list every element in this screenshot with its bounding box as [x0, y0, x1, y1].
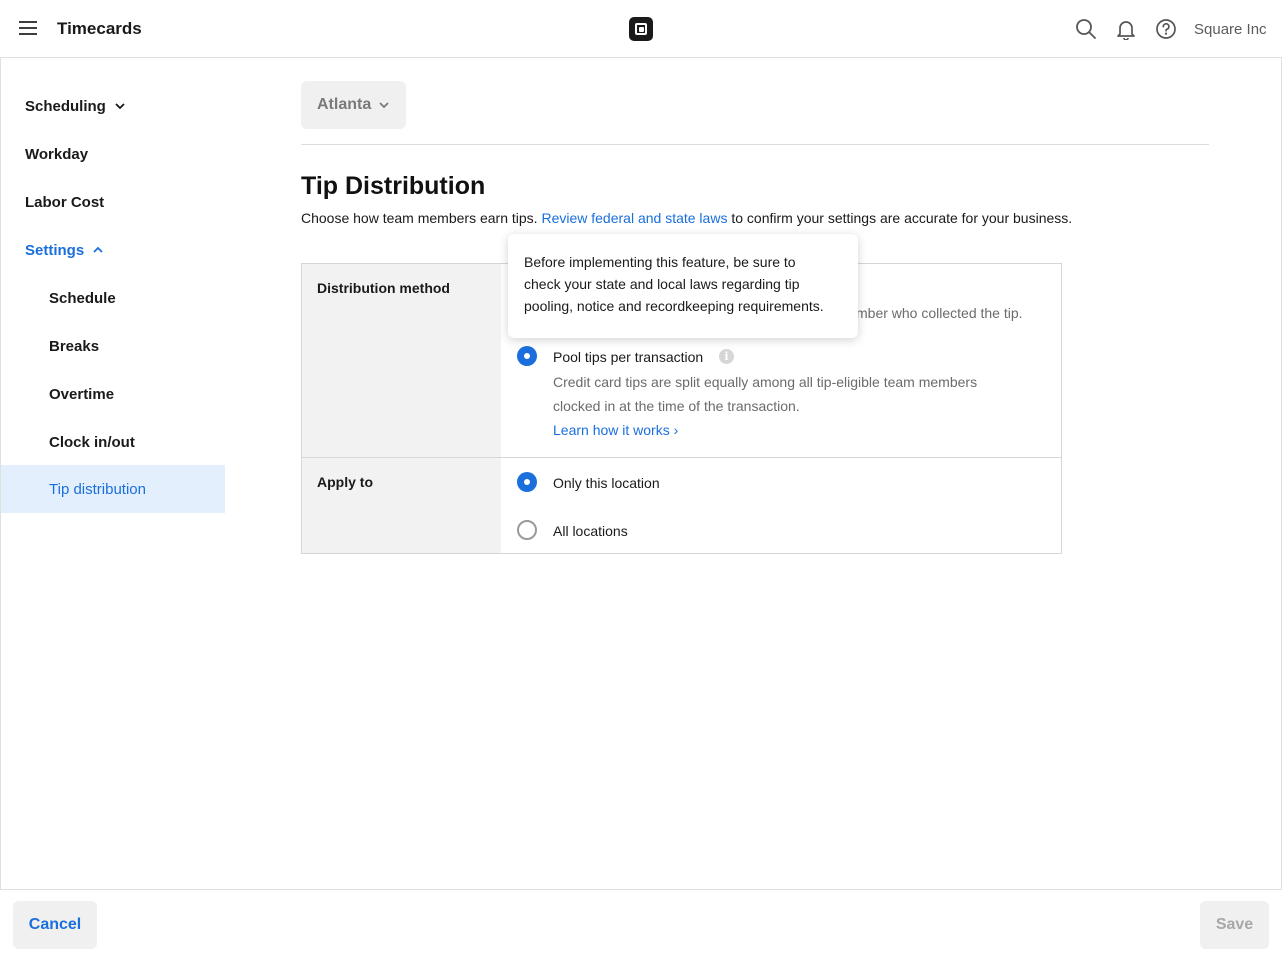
sidebar-item-label: Schedule [49, 289, 116, 307]
tooltip-line: check your state and local laws regardin… [524, 276, 800, 292]
bell-icon[interactable] [1115, 18, 1137, 41]
sidebar-item-breaks[interactable]: Breaks [1, 322, 225, 370]
divider [301, 144, 1209, 145]
sidebar-item-settings[interactable]: Settings [1, 226, 225, 274]
pool-tips-option-description: Credit card tips are split equally among… [553, 370, 977, 418]
sidebar-item-label: Clock in/out [49, 433, 135, 451]
chevron-down-icon [115, 103, 125, 110]
sidebar-item-label: Settings [25, 241, 85, 259]
all-locations-label: All locations [553, 523, 628, 539]
review-laws-link[interactable]: Review federal and state laws [541, 210, 727, 226]
location-dropdown[interactable]: Atlanta [301, 81, 406, 129]
sidebar-item-label: Overtime [49, 385, 115, 403]
sidebar-item-label: Workday [25, 145, 89, 163]
info-tooltip: Before implementing this feature, be sur… [508, 234, 858, 338]
app-title: Timecards [57, 19, 142, 38]
sidebar-item-clock-in-out[interactable]: Clock in/out [1, 418, 225, 466]
location-dropdown-value: Atlanta [317, 96, 372, 113]
learn-how-it-works-link[interactable]: Learn how it works › [553, 422, 678, 438]
info-icon[interactable]: i [719, 349, 734, 364]
save-button[interactable]: Save [1200, 901, 1269, 949]
apply-to-label: Apply to [302, 458, 501, 553]
sidebar-item-label: Labor Cost [25, 193, 105, 211]
page-description-text: Choose how team members earn tips. [301, 210, 542, 226]
sidebar-item-scheduling[interactable]: Scheduling [1, 82, 225, 130]
pool-tips-description-line: Credit card tips are split equally among… [553, 374, 978, 390]
sidebar-item-label: Tip distribution [49, 480, 146, 498]
search-icon[interactable] [1075, 18, 1097, 40]
sidebar-item-tip-distribution[interactable]: Tip distribution [1, 465, 225, 513]
square-logo-icon[interactable] [629, 17, 653, 41]
sidebar-item-workday[interactable]: Workday [1, 130, 225, 178]
distribution-method-label: Distribution method [302, 264, 501, 457]
cancel-button[interactable]: Cancel [13, 901, 97, 949]
sidebar: Scheduling Workday Labor Cost Settings S… [1, 58, 225, 888]
only-this-location-radio[interactable] [517, 472, 537, 492]
page-description-text: to confirm your settings are accurate fo… [727, 210, 1073, 226]
tooltip-line: Before implementing this feature, be sur… [524, 254, 796, 270]
tooltip-line: pooling, notice and recordkeeping requir… [524, 298, 824, 314]
footer-bar: Cancel Save [0, 889, 1282, 960]
all-locations-radio[interactable] [517, 520, 537, 540]
page-description: Choose how team members earn tips. Revie… [301, 210, 1072, 226]
pool-tips-option-label: Pool tips per transaction [553, 349, 704, 365]
menu-icon[interactable] [17, 19, 39, 39]
sidebar-item-label: Breaks [49, 337, 100, 355]
sidebar-item-overtime[interactable]: Overtime [1, 370, 225, 418]
individual-tips-option-description: mber who collected the tip. [856, 305, 1023, 321]
only-this-location-label: Only this location [553, 475, 660, 491]
pool-tips-radio[interactable] [517, 346, 537, 366]
top-bar: Timecards Square Inc [0, 0, 1282, 58]
sidebar-item-schedule[interactable]: Schedule [1, 274, 225, 322]
account-name[interactable]: Square Inc [1194, 21, 1267, 38]
pool-tips-description-line: clocked in at the time of the transactio… [553, 398, 800, 414]
sidebar-item-label: Scheduling [25, 97, 106, 115]
help-icon[interactable] [1155, 18, 1177, 40]
sidebar-item-labor-cost[interactable]: Labor Cost [1, 178, 225, 226]
chevron-up-icon [93, 246, 103, 253]
chevron-down-icon [379, 102, 389, 109]
page-title: Tip Distribution [301, 172, 486, 200]
